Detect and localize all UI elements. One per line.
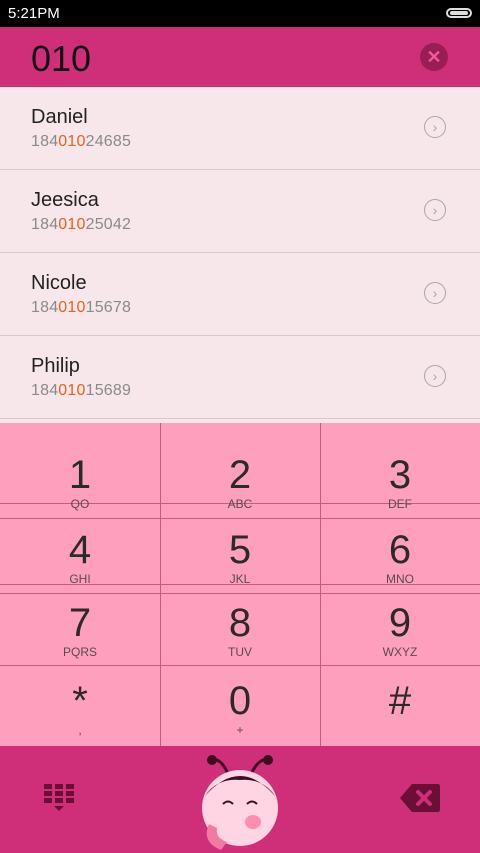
key-star[interactable]: * , bbox=[0, 669, 160, 737]
chevron-right-icon[interactable]: › bbox=[424, 199, 446, 221]
key-0[interactable]: 0 + bbox=[160, 669, 320, 737]
contact-name: Daniel bbox=[31, 106, 88, 128]
key-3[interactable]: 3 DEF bbox=[320, 443, 480, 511]
battery-icon bbox=[446, 8, 472, 18]
contact-number: 18401015678 bbox=[31, 299, 132, 316]
keypad-divider bbox=[0, 665, 480, 666]
contact-number: 18401015689 bbox=[31, 382, 132, 399]
status-time: 5:21PM bbox=[8, 5, 60, 22]
status-bar: 5:21PM bbox=[0, 0, 480, 27]
contact-name: Nicole bbox=[31, 272, 87, 294]
chevron-right-icon[interactable]: › bbox=[424, 116, 446, 138]
contact-item-jeesica[interactable]: Jeesica 18401025042 › bbox=[0, 170, 480, 253]
key-5[interactable]: 5 JKL bbox=[160, 518, 320, 586]
close-icon: ✕ bbox=[426, 46, 442, 67]
contact-item-philip[interactable]: Philip 18401015689 › bbox=[0, 336, 480, 419]
dial-keypad: 1 QO 2 ABC 3 DEF 4 GHI 5 JKL 6 MNO 7 PQR… bbox=[0, 423, 480, 746]
contact-number: 18401025042 bbox=[31, 216, 132, 233]
key-7[interactable]: 7 PQRS bbox=[0, 591, 160, 659]
contact-results-list: Daniel 18401024685 › Jeesica 18401025042… bbox=[0, 87, 480, 419]
dialpad-grid-icon[interactable] bbox=[44, 784, 74, 812]
contact-name: Jeesica bbox=[31, 189, 99, 211]
key-9[interactable]: 9 WXYZ bbox=[320, 591, 480, 659]
dialer-header: 010 ✕ bbox=[0, 27, 480, 87]
backspace-icon[interactable] bbox=[400, 784, 440, 812]
chevron-right-icon[interactable]: › bbox=[424, 282, 446, 304]
contact-number: 18401024685 bbox=[31, 133, 132, 150]
key-1[interactable]: 1 QO bbox=[0, 443, 160, 511]
clear-input-button[interactable]: ✕ bbox=[420, 43, 448, 71]
dialer-bottom-bar bbox=[0, 746, 480, 853]
contact-name: Philip bbox=[31, 355, 80, 377]
contact-item-nicole[interactable]: Nicole 18401015678 › bbox=[0, 253, 480, 336]
key-4[interactable]: 4 GHI bbox=[0, 518, 160, 586]
contact-item-daniel[interactable]: Daniel 18401024685 › bbox=[0, 87, 480, 170]
key-8[interactable]: 8 TUV bbox=[160, 591, 320, 659]
chevron-right-icon[interactable]: › bbox=[424, 365, 446, 387]
key-6[interactable]: 6 MNO bbox=[320, 518, 480, 586]
ladybug-call-mascot-icon[interactable] bbox=[193, 746, 288, 853]
dialed-number-display[interactable]: 010 bbox=[31, 38, 91, 80]
key-hash[interactable]: # bbox=[320, 669, 480, 723]
key-2[interactable]: 2 ABC bbox=[160, 443, 320, 511]
